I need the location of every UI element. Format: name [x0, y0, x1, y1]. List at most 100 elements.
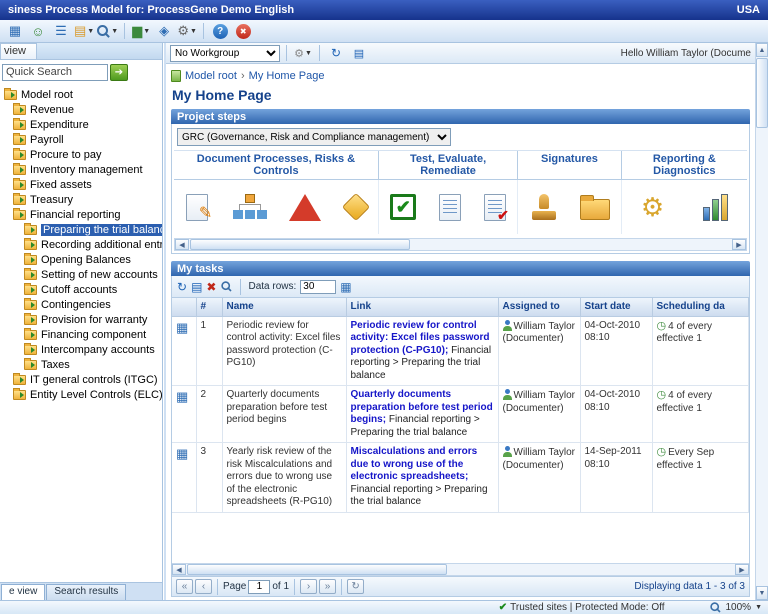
workgroup-select[interactable]: No Workgroup — [170, 45, 280, 62]
delete-icon[interactable]: ✖ — [206, 280, 216, 294]
exit-icon[interactable]: ✖ — [233, 22, 253, 41]
last-page-button[interactable]: » — [319, 579, 336, 594]
edit-document-icon[interactable] — [186, 194, 208, 221]
quick-search-input[interactable] — [2, 64, 108, 81]
task-link[interactable]: Miscalculations and errors due to wrong … — [351, 446, 478, 482]
search-icon[interactable] — [222, 281, 232, 291]
workgroup-settings-icon[interactable]: ⚙▼ — [293, 44, 313, 63]
chevron-down-icon: ▼ — [305, 50, 312, 57]
first-page-button[interactable]: « — [176, 579, 193, 594]
assigned-column-header[interactable]: Assigned to — [498, 298, 580, 316]
scroll-down-button[interactable]: ▼ — [756, 586, 768, 600]
grid-view-icon[interactable]: ▦ — [5, 22, 25, 41]
tree-item[interactable]: Taxes — [0, 357, 162, 372]
tree-item[interactable]: Entity Level Controls (ELC) — [0, 387, 162, 402]
tree-item[interactable]: Cutoff accounts — [0, 282, 162, 297]
icon-column-header[interactable] — [172, 298, 196, 316]
next-page-button[interactable]: › — [300, 579, 317, 594]
help-icon[interactable]: ? — [210, 22, 230, 41]
tree-item[interactable]: Opening Balances — [0, 252, 162, 267]
signatures-folder-icon[interactable] — [580, 199, 610, 220]
risk-triangle-icon[interactable] — [289, 194, 321, 221]
breadcrumb-root-link[interactable]: Model root — [185, 70, 237, 82]
refresh-icon[interactable]: ↻ — [326, 44, 346, 63]
project-steps-hscrollbar[interactable]: ◀ ▶ — [174, 238, 747, 251]
table-row[interactable]: ▦ 3 Yearly risk review of the risk Misca… — [172, 443, 749, 513]
tools-menu-icon[interactable]: ⚙▼ — [177, 22, 197, 41]
tree-item[interactable]: Inventory management — [0, 162, 162, 177]
tree-item[interactable]: Procure to pay — [0, 147, 162, 162]
evaluation-checklist-icon[interactable] — [484, 194, 506, 221]
toolbar-separator — [341, 579, 342, 595]
scheduling-column-header[interactable]: Scheduling da — [652, 298, 749, 316]
main-vscrollbar[interactable]: ▲ ▼ — [755, 43, 768, 600]
tasks-hscrollbar[interactable]: ◀ ▶ — [172, 563, 749, 576]
quick-search-row: ➔ — [0, 60, 162, 84]
tab-tree-view-top[interactable]: view — [0, 43, 37, 59]
scroll-left-button[interactable]: ◀ — [175, 239, 189, 250]
tree-item[interactable]: Recording additional entries — [0, 237, 162, 252]
tree-item[interactable]: Treasury — [0, 192, 162, 207]
tree-item[interactable]: IT general controls (ITGC) — [0, 372, 162, 387]
columns-icon[interactable]: ▦ — [340, 280, 351, 294]
tree-item[interactable]: Payroll — [0, 132, 162, 147]
refresh-icon[interactable]: ↻ — [177, 280, 187, 294]
scroll-right-button[interactable]: ▶ — [732, 239, 746, 250]
scrollbar-thumb[interactable] — [756, 58, 768, 128]
tree-item[interactable]: Financing component — [0, 327, 162, 342]
tree-item[interactable]: Contingencies — [0, 297, 162, 312]
project-steps-select[interactable]: GRC (Governance, Risk and Compliance man… — [177, 128, 451, 146]
breadcrumb-current-link[interactable]: My Home Page — [249, 70, 325, 82]
diagnostics-gear-icon[interactable]: ⚙ — [641, 194, 664, 220]
zoom-control[interactable]: 100% ▼ — [709, 601, 762, 614]
scrollbar-thumb[interactable] — [187, 564, 447, 575]
table-row[interactable]: ▦ 2 Quarterly documents preparation befo… — [172, 386, 749, 443]
search-go-button[interactable]: ➔ — [110, 64, 128, 81]
chevron-down-icon: ▼ — [190, 28, 197, 35]
status-bar: ✔ Trusted sites | Protected Mode: Off 10… — [0, 600, 768, 614]
link-column-header[interactable]: Link — [346, 298, 498, 316]
refresh-icon[interactable]: ↻ — [347, 579, 364, 594]
diagram-icon[interactable]: ◈ — [154, 22, 174, 41]
prev-page-button[interactable]: ‹ — [195, 579, 212, 594]
tab-search-results[interactable]: Search results — [46, 584, 126, 600]
tree-item[interactable]: Intercompany accounts — [0, 342, 162, 357]
group-header: Reporting & Diagnostics — [622, 151, 747, 180]
tree-item[interactable]: Expenditure — [0, 117, 162, 132]
tab-tree-view[interactable]: e view — [1, 584, 45, 600]
tree-item[interactable]: Setting of new accounts — [0, 267, 162, 282]
export-icon[interactable]: ▤ — [191, 280, 202, 294]
num-column-header[interactable]: # — [196, 298, 222, 316]
document-list-icon[interactable] — [439, 194, 461, 221]
hierarchy-icon[interactable]: ☰ — [51, 22, 71, 41]
stamp-icon[interactable] — [529, 192, 559, 222]
scrollbar-track[interactable] — [756, 129, 768, 586]
search-binoculars-icon[interactable]: ▼ — [97, 22, 118, 41]
folder-icon — [24, 330, 37, 340]
page-number-input[interactable] — [248, 580, 270, 594]
tree-item[interactable]: Model root — [0, 87, 162, 102]
folder-menu-icon[interactable]: ▤▼ — [74, 22, 94, 41]
chart-menu-icon[interactable]: ▆▼ — [131, 22, 151, 41]
decision-diamond-icon[interactable] — [341, 193, 369, 221]
tree-item[interactable]: Fixed assets — [0, 177, 162, 192]
test-checkbox-icon[interactable]: ✔ — [390, 194, 416, 220]
scroll-right-button[interactable]: ▶ — [735, 564, 749, 575]
name-column-header[interactable]: Name — [222, 298, 346, 316]
folder-icon — [24, 360, 37, 370]
data-rows-input[interactable] — [300, 280, 336, 294]
tree-item-selected[interactable]: Preparing the trial balance — [0, 222, 162, 237]
start-column-header[interactable]: Start date — [580, 298, 652, 316]
scroll-up-button[interactable]: ▲ — [756, 43, 768, 57]
tree-item[interactable]: Revenue — [0, 102, 162, 117]
add-user-icon[interactable]: ☺ — [28, 22, 48, 41]
scroll-left-button[interactable]: ◀ — [172, 564, 186, 575]
table-row[interactable]: ▦ 1 Periodic review for control activity… — [172, 316, 749, 386]
bar-chart-icon[interactable] — [703, 193, 728, 221]
export-icon[interactable]: ▤ — [349, 44, 369, 63]
project-steps-header: Project steps — [171, 109, 750, 124]
tree-item[interactable]: Provision for warranty — [0, 312, 162, 327]
scrollbar-thumb[interactable] — [190, 239, 410, 250]
org-chart-icon[interactable] — [233, 192, 265, 222]
tree-item[interactable]: Financial reporting — [0, 207, 162, 222]
